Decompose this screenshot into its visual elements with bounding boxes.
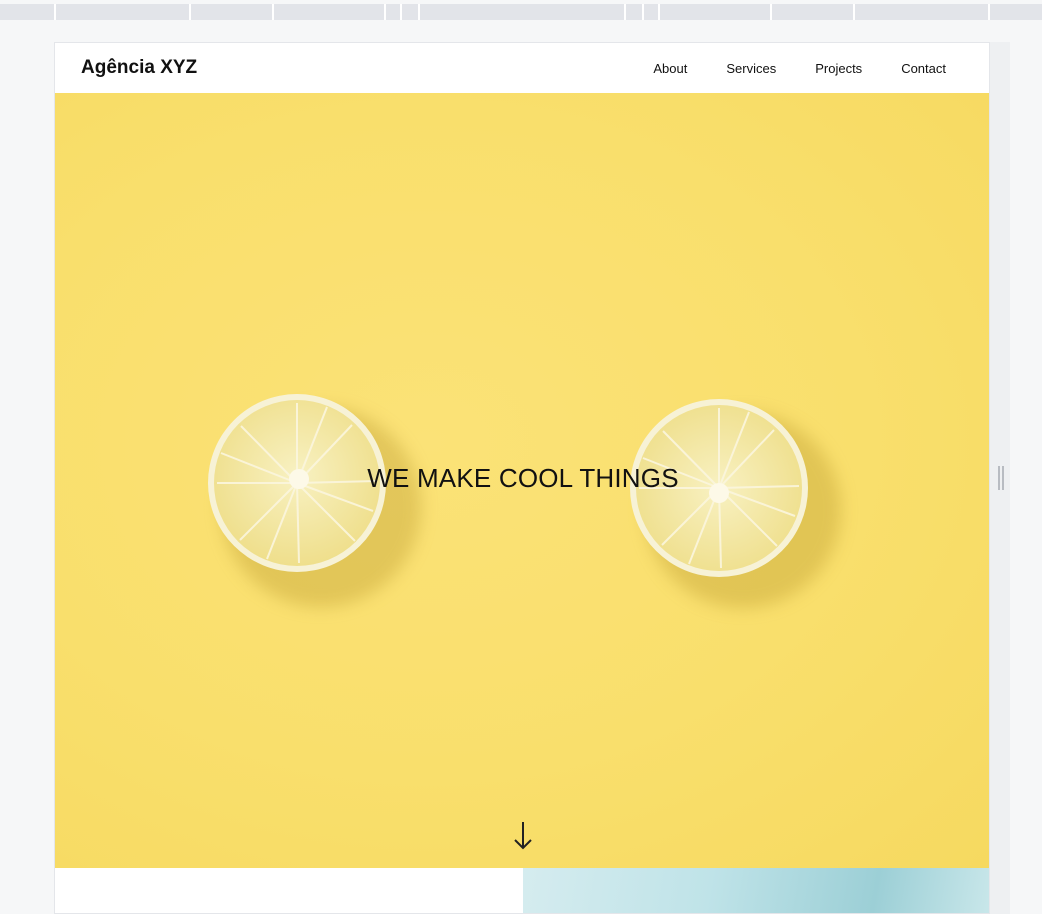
nav-link-about[interactable]: About <box>653 61 687 76</box>
ruler-tick <box>272 4 274 20</box>
ruler-tick <box>384 4 386 20</box>
ruler-tick <box>400 4 402 20</box>
page-frame: Agência XYZ About Services Projects Cont… <box>54 42 990 914</box>
ruler-tick <box>770 4 772 20</box>
ruler-tick <box>642 4 644 20</box>
site-header: Agência XYZ About Services Projects Cont… <box>55 43 989 93</box>
section-image <box>523 868 989 913</box>
ruler-tick <box>418 4 420 20</box>
ruler-tick <box>853 4 855 20</box>
next-section <box>55 868 989 913</box>
ruler-tick <box>54 4 56 20</box>
grip-line <box>1002 466 1004 490</box>
grip-line <box>998 466 1000 490</box>
ruler-tick <box>189 4 191 20</box>
top-ruler <box>0 4 1042 20</box>
nav-link-contact[interactable]: Contact <box>901 61 946 76</box>
hero-section: WE MAKE COOL THINGS <box>55 93 989 868</box>
main-nav: About Services Projects Contact <box>653 61 946 76</box>
lemon-slice-left <box>207 393 421 607</box>
resize-handle[interactable] <box>990 42 1010 914</box>
nav-link-projects[interactable]: Projects <box>815 61 862 76</box>
brand-logo[interactable]: Agência XYZ <box>81 57 197 79</box>
lemon-slice-right <box>629 398 841 608</box>
ruler-tick <box>988 4 990 20</box>
ruler-tick <box>658 4 660 20</box>
nav-link-services[interactable]: Services <box>726 61 776 76</box>
arrow-down-icon[interactable] <box>508 819 538 853</box>
hero-title: WE MAKE COOL THINGS <box>367 463 679 493</box>
ruler-tick <box>624 4 626 20</box>
